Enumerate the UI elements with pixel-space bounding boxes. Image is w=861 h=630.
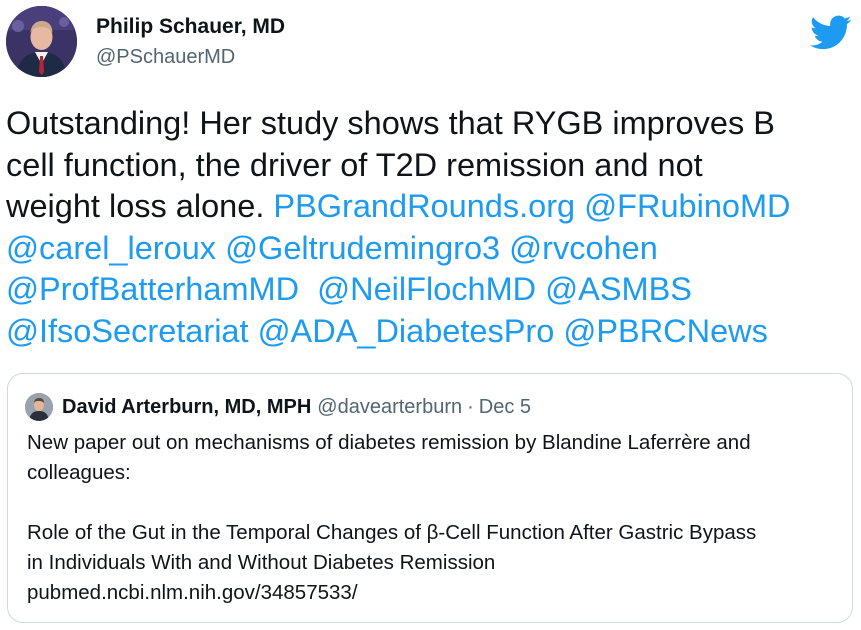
mention-geltrudemingro3[interactable]: @Geltrudemingro3 bbox=[225, 230, 500, 266]
author-avatar[interactable] bbox=[6, 6, 77, 77]
separator-dot: · bbox=[467, 395, 474, 418]
author-info: Philip Schauer, MD @PSchauerMD bbox=[96, 15, 285, 69]
tweet-header: Philip Schauer, MD @PSchauerMD bbox=[6, 5, 856, 81]
quote-body: New paper out on mechanisms of diabetes … bbox=[27, 428, 842, 608]
quote-header: David Arterburn, MD, MPH @davearterburn … bbox=[25, 392, 531, 422]
mention-frubinomd[interactable]: @FRubinoMD bbox=[584, 188, 790, 224]
quote-author-avatar[interactable] bbox=[25, 393, 53, 421]
mention-pbrcnews[interactable]: @PBRCNews bbox=[563, 313, 768, 349]
quote-tweet-card[interactable]: David Arterburn, MD, MPH @davearterburn … bbox=[7, 373, 853, 623]
mention-ada-diabetespro[interactable]: @ADA_DiabetesPro bbox=[258, 313, 555, 349]
quote-body-line: New paper out on mechanisms of diabetes … bbox=[27, 431, 751, 454]
mention-carel-leroux[interactable]: @carel_leroux bbox=[6, 230, 216, 266]
author-name[interactable]: Philip Schauer, MD bbox=[96, 15, 285, 39]
twitter-bird-icon[interactable] bbox=[810, 15, 852, 51]
tweet-text: Outstanding! Her study shows that RYGB i… bbox=[6, 103, 851, 352]
tweet-text-line: @IfsoSecretariat @ADA_DiabetesPro @PBRCN… bbox=[6, 311, 851, 353]
quote-author-name[interactable]: David Arterburn, MD, MPH bbox=[62, 396, 311, 419]
quote-author-photo-icon bbox=[25, 393, 53, 421]
mention-profbatterhammd[interactable]: @ProfBatterhamMD bbox=[6, 271, 299, 307]
tweet-text-line: cell function, the driver of T2D remissi… bbox=[6, 146, 703, 183]
quote-author-handle[interactable]: @davearterburn bbox=[317, 396, 462, 419]
quote-body-line: colleagues: bbox=[27, 461, 131, 484]
link-pbgrandrounds[interactable]: PBGrandRounds.org bbox=[273, 188, 575, 224]
quote-pubmed-link[interactable]: pubmed.ncbi.nlm.nih.gov/34857533/ bbox=[27, 578, 842, 608]
mention-neilflochmd[interactable]: @NeilFlochMD bbox=[317, 271, 536, 307]
tweet-text-line: @ProfBatterhamMD @NeilFlochMD @ASMBS bbox=[6, 269, 851, 311]
author-handle[interactable]: @PSchauerMD bbox=[96, 45, 285, 69]
author-photo-icon bbox=[6, 6, 77, 77]
tweet-text-line: weight loss alone. PBGrandRounds.org @FR… bbox=[6, 186, 851, 228]
quote-body-line: in Individuals With and Without Diabetes… bbox=[27, 551, 496, 574]
tweet-text-segment: weight loss alone. bbox=[6, 188, 274, 224]
quote-body-line: Role of the Gut in the Temporal Changes … bbox=[27, 521, 757, 544]
tweet-text-line: Outstanding! Her study shows that RYGB i… bbox=[6, 105, 775, 141]
mention-rvcohen[interactable]: @rvcohen bbox=[509, 230, 658, 266]
quote-body-spacer bbox=[27, 488, 842, 518]
mention-asmbs[interactable]: @ASMBS bbox=[545, 271, 692, 307]
tweet-text-line: @carel_leroux @Geltrudemingro3 @rvcohen bbox=[6, 228, 851, 270]
mention-ifsosecretariat[interactable]: @IfsoSecretariat bbox=[6, 313, 249, 349]
quote-date[interactable]: Dec 5 bbox=[479, 396, 531, 419]
